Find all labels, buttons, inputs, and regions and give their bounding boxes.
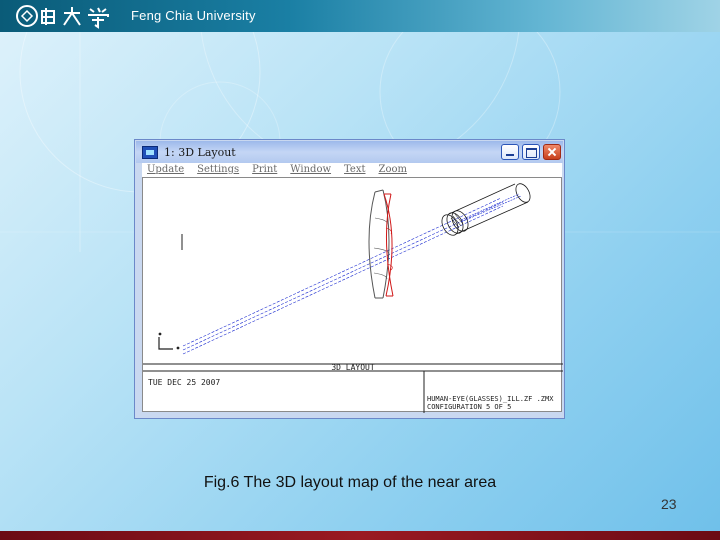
university-name: Feng Chia University — [131, 8, 256, 23]
minimize-button[interactable] — [501, 144, 519, 160]
layout-canvas: 3D LAYOUT TUE DEC 25 2007 HUMAN-EYE(GLAS… — [142, 177, 563, 413]
menu-settings[interactable]: Settings — [192, 163, 239, 177]
university-logo — [16, 5, 109, 29]
menu-print[interactable]: Print — [247, 163, 277, 177]
footer-bar — [0, 531, 720, 540]
menu-update[interactable]: Update — [142, 163, 184, 177]
app-icon — [142, 146, 158, 159]
plot-label: 3D LAYOUT — [331, 363, 375, 372]
layout-window[interactable]: 1: 3D Layout Update Settings Print Windo… — [134, 139, 565, 419]
figure-caption: Fig.6 The 3D layout map of the near area — [203, 474, 497, 491]
plot-file-info: HUMAN-EYE(GLASSES)_ILL.ZF .ZMX — [427, 395, 554, 403]
window-titlebar[interactable]: 1: 3D Layout — [136, 141, 563, 163]
spectacle-lens-outline — [368, 189, 390, 299]
header-bar: Feng Chia University — [0, 0, 720, 32]
window-title: 1: 3D Layout — [164, 146, 236, 159]
plot-date: TUE DEC 25 2007 — [148, 378, 220, 387]
menu-window[interactable]: Window — [285, 163, 331, 177]
plot-configuration: CONFIGURATION 5 OF 5 — [427, 403, 511, 411]
menu-zoom[interactable]: Zoom — [374, 163, 407, 177]
axis-marker — [158, 332, 180, 350]
layout-drawing: 3D LAYOUT TUE DEC 25 2007 HUMAN-EYE(GLAS… — [143, 183, 563, 413]
menu-text[interactable]: Text — [339, 163, 365, 177]
maximize-button[interactable] — [522, 144, 540, 160]
close-button[interactable] — [543, 144, 561, 160]
menu-bar: Update Settings Print Window Text Zoom — [142, 163, 562, 177]
eye-internal-rays — [460, 193, 522, 223]
ray-bundle — [182, 197, 504, 355]
page-number: 23 — [661, 496, 677, 512]
